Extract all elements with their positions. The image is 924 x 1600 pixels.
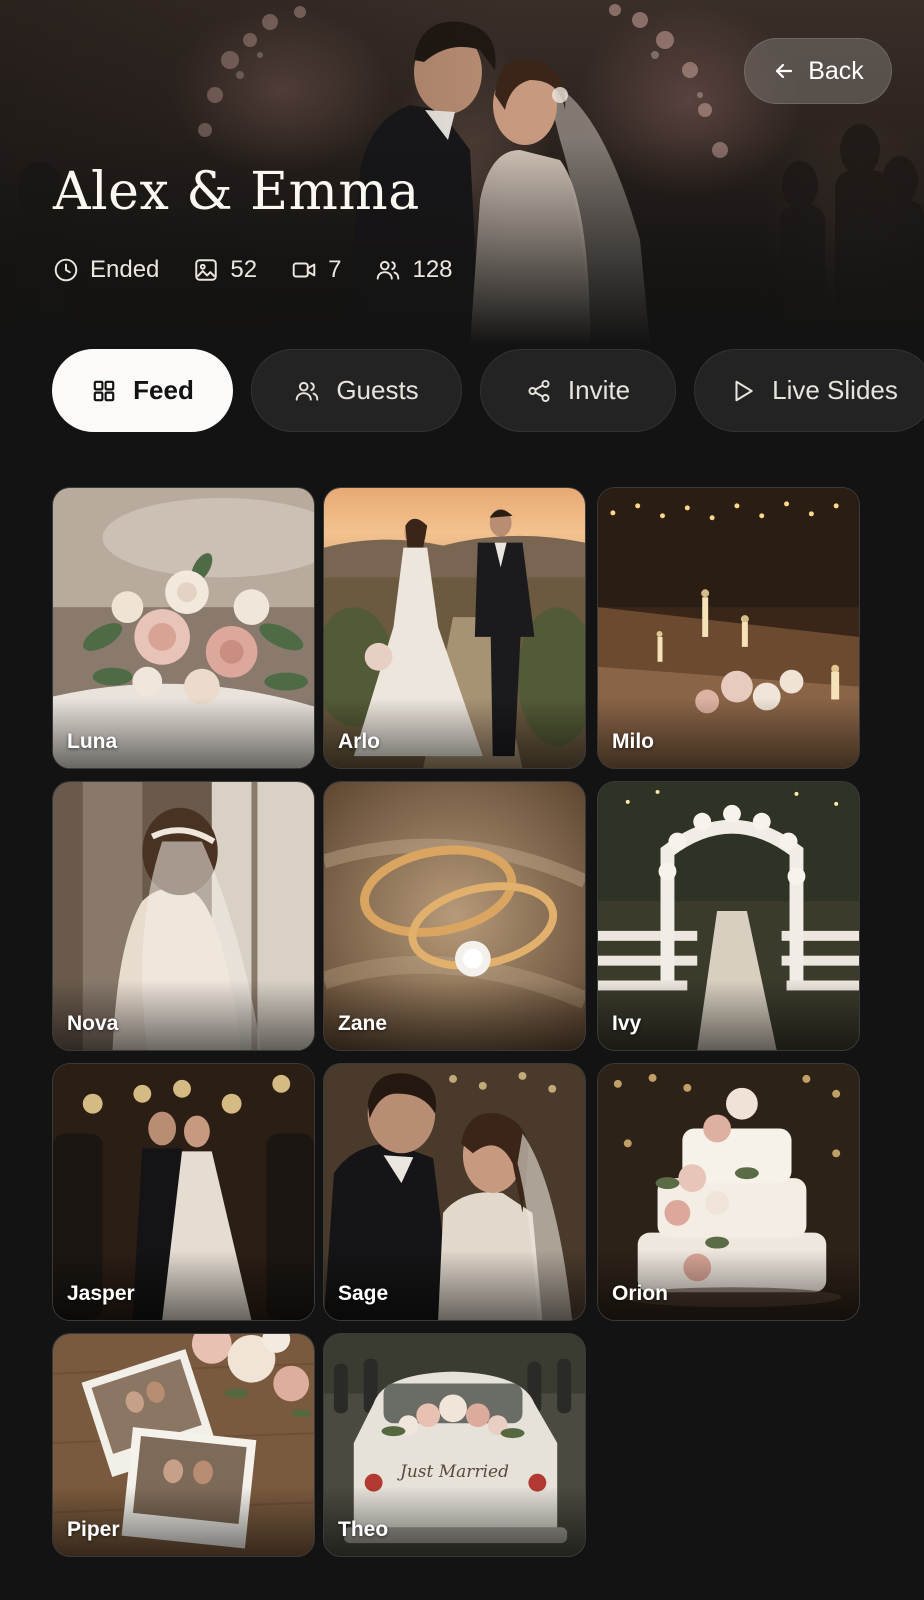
feed-tile[interactable]: Piper bbox=[52, 1333, 315, 1557]
feed-tile[interactable]: Just Married Theo bbox=[323, 1333, 586, 1557]
event-title: Alex & Emma bbox=[53, 162, 420, 222]
tab-bar: Feed Guests Invite Live Slides bbox=[52, 349, 924, 432]
back-button[interactable]: Back bbox=[744, 38, 892, 104]
uploader-name: Piper bbox=[67, 1518, 120, 1541]
photos-count: 52 bbox=[230, 256, 258, 283]
uploader-name: Jasper bbox=[67, 1282, 135, 1305]
feed-tile[interactable]: Orion bbox=[597, 1063, 860, 1321]
share-icon bbox=[528, 379, 550, 402]
uploader-name: Nova bbox=[67, 1012, 119, 1035]
feed-tile[interactable]: Ivy bbox=[597, 781, 860, 1051]
uploader-name: Zane bbox=[338, 1012, 388, 1035]
users-icon bbox=[296, 381, 319, 401]
back-label: Back bbox=[808, 56, 864, 85]
image-icon bbox=[195, 259, 218, 281]
tab-invite[interactable]: Invite bbox=[480, 349, 676, 432]
tab-live-slides-label: Live Slides bbox=[772, 375, 898, 405]
event-page: Back Alex & Emma Ended 52 7 128 Feed Gue… bbox=[0, 0, 924, 1600]
uploader-name: Theo bbox=[338, 1518, 389, 1541]
video-icon bbox=[292, 262, 316, 278]
tab-invite-label: Invite bbox=[567, 375, 631, 405]
tab-guests-label: Guests bbox=[336, 375, 419, 405]
uploader-name: Luna bbox=[67, 730, 118, 753]
tab-guests[interactable]: Guests bbox=[251, 349, 462, 432]
uploader-name: Ivy bbox=[612, 1012, 642, 1035]
feed-tile[interactable]: Milo bbox=[597, 487, 860, 769]
car-sign-text: Just Married bbox=[400, 1462, 509, 1482]
photos-stat: 52 bbox=[193, 256, 257, 284]
guests-count: 128 bbox=[412, 256, 453, 283]
uploader-name: Sage bbox=[338, 1282, 389, 1305]
play-icon bbox=[735, 380, 753, 401]
feed-tile[interactable]: Jasper bbox=[52, 1063, 315, 1321]
uploader-name: Milo bbox=[612, 730, 654, 753]
tab-feed[interactable]: Feed bbox=[52, 349, 233, 432]
event-stats: Ended 52 7 128 bbox=[53, 256, 453, 284]
users-icon bbox=[377, 260, 400, 280]
feed-tile[interactable]: Arlo bbox=[323, 487, 586, 769]
uploader-name: Arlo bbox=[338, 730, 380, 753]
arrow-left-icon bbox=[776, 63, 793, 79]
feed-tile[interactable]: Zane bbox=[323, 781, 586, 1051]
videos-stat: 7 bbox=[291, 256, 341, 284]
tab-feed-label: Feed bbox=[133, 375, 194, 405]
guests-stat: 128 bbox=[375, 256, 453, 284]
tab-live-slides[interactable]: Live Slides bbox=[694, 349, 924, 432]
feed-tile[interactable]: Luna bbox=[52, 487, 315, 769]
hero-banner: Back Alex & Emma Ended 52 7 128 bbox=[0, 0, 924, 345]
grid-icon bbox=[93, 380, 115, 401]
uploader-name: Orion bbox=[612, 1282, 668, 1305]
clock-icon bbox=[54, 258, 78, 282]
status-text: Ended bbox=[90, 256, 160, 283]
videos-count: 7 bbox=[328, 256, 342, 283]
feed-tile[interactable]: Sage bbox=[323, 1063, 586, 1321]
status-stat: Ended bbox=[53, 256, 159, 284]
feed-tile[interactable]: Nova bbox=[52, 781, 315, 1051]
